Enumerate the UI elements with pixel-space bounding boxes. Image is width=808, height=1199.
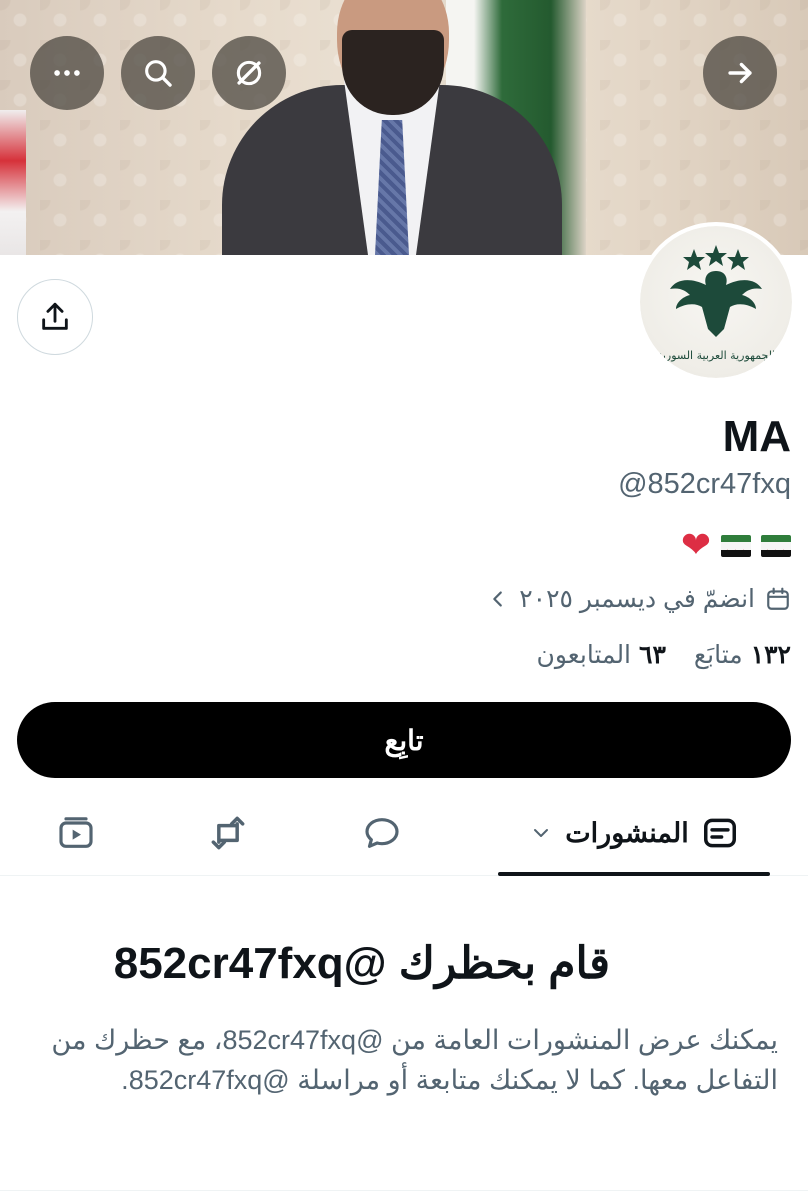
followers-count: ٦٣ <box>639 641 666 669</box>
search-button[interactable] <box>121 36 195 110</box>
search-icon <box>145 60 172 87</box>
avatar-emblem: الجمهورية العربية السورية <box>640 226 792 378</box>
chevron-down-icon[interactable] <box>529 821 553 845</box>
calendar-icon <box>767 587 789 610</box>
grok-icon <box>236 60 262 86</box>
banner-flag-left <box>0 110 26 255</box>
followers-label: المتابعون <box>536 641 632 669</box>
avatar[interactable]: الجمهورية العربية السورية <box>636 222 796 382</box>
grok-button[interactable] <box>212 36 286 110</box>
following-label: متابَع <box>693 641 743 669</box>
tab-replies[interactable] <box>336 790 428 876</box>
tab-posts[interactable]: المنشورات <box>498 790 770 876</box>
following-stat[interactable]: ١٣٢متابَع <box>694 640 791 670</box>
reply-bubble-icon <box>365 818 399 848</box>
profile-handle: @852cr47fxq <box>618 468 791 500</box>
more-button[interactable] <box>30 36 104 110</box>
tab-posts-label: المنشورات <box>565 817 689 848</box>
following-count: ١٣٢ <box>750 641 791 669</box>
joined-date: انضمّ في ديسمبر ٢٠٢٥ <box>487 584 791 614</box>
blocked-title: قام بحظرك @852cr47fxq <box>113 939 610 988</box>
share-button[interactable] <box>17 279 93 355</box>
profile-bio: ❤ ★★★ ★★★ <box>681 528 791 564</box>
followers-stat[interactable]: ٦٣المتابعون <box>537 640 666 670</box>
more-horizontal-icon <box>54 70 80 76</box>
arrow-right-icon <box>728 62 752 84</box>
joined-text: انضمّ في ديسمبر ٢٠٢٥ <box>519 585 755 613</box>
follow-button[interactable]: تابِع <box>17 702 791 778</box>
banner-person <box>222 0 562 255</box>
eagle-emblem-icon: الجمهورية العربية السورية <box>657 245 775 362</box>
chevron-left-icon[interactable] <box>487 588 509 610</box>
profile-name: MA <box>722 412 791 461</box>
tab-media[interactable] <box>30 790 122 876</box>
blocked-description: يمكنك عرض المنشورات العامة من @852cr47fx… <box>51 1025 778 1095</box>
profile-tabs: المنشورات <box>0 790 808 876</box>
red-heart-icon: ❤ <box>680 525 711 566</box>
follow-stats: ١٣٢متابَع ٦٣المتابعون <box>537 640 791 670</box>
profile-banner[interactable] <box>0 0 808 255</box>
repost-icon <box>211 816 245 850</box>
posts-icon <box>703 818 736 848</box>
flag-syria-icon: ★★★ <box>721 535 751 557</box>
tab-reposts[interactable] <box>182 790 274 876</box>
svg-text:الجمهورية العربية السورية: الجمهورية العربية السورية <box>657 349 775 362</box>
media-video-icon <box>59 817 93 848</box>
forward-button[interactable] <box>703 36 777 110</box>
divider <box>0 1190 808 1191</box>
share-upload-icon <box>42 302 68 330</box>
flag-syria-icon: ★★★ <box>761 535 791 557</box>
